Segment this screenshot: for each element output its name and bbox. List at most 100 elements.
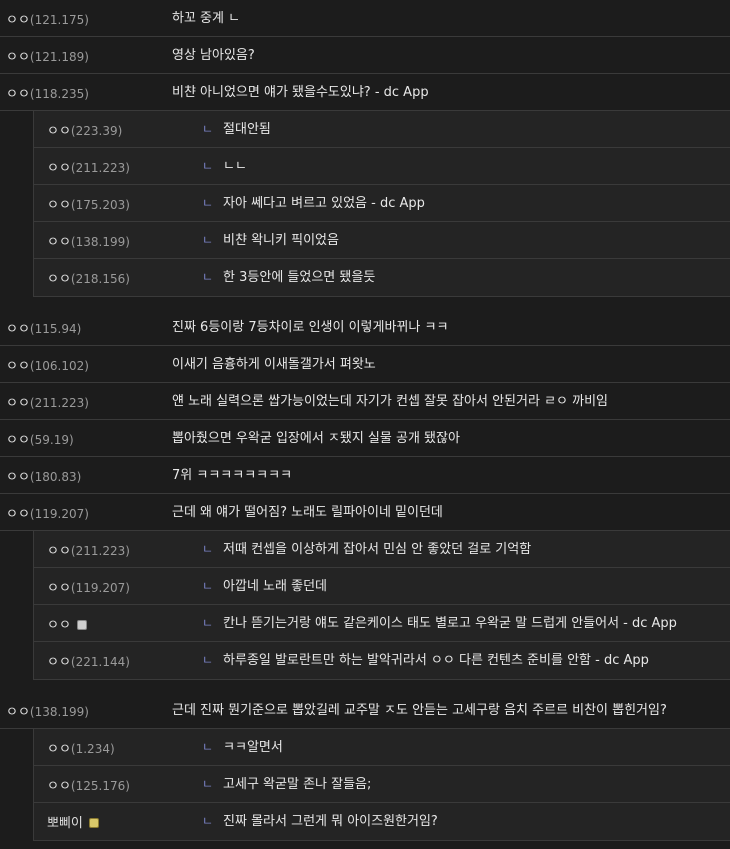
reply-nickname[interactable]: ㅇㅇ [47,655,71,670]
comment-ip: (118.235) [29,87,89,101]
reply-ip: (1.234) [70,742,115,756]
reply-text: ㄴ 칸나 뜯기는거랑 얘도 같은케이스 태도 별로고 우왁굳 말 드럽게 안들어서… [202,605,677,642]
reply-row: ㅇㅇ(138.199) ㄴ 비챤 왁니키 픽이었음 [34,222,730,259]
reply-ip: (211.223) [70,544,130,558]
reply-text: ㄴㅋㅋ알면서 [202,729,283,766]
comment-ip: (211.223) [29,396,89,410]
reply-text: ㄴ 하루종일 발로란트만 하는 발악귀라서 ㅇㅇ 다른 컨텐츠 준비를 안함 - … [202,642,649,679]
reply-message: 저때 컨셉을 이상하게 잡아서 민심 안 좋았던 걸로 기억함 [223,542,532,557]
comment-text: 7위 ㅋㅋㅋㅋㅋㅋㅋㅋ [172,468,293,483]
reply-ip: (119.207) [70,581,130,595]
comment-row: ㅇㅇ(59.19) 뽑아줬으면 우왁굳 입장에서 ㅈ됐지 실물 공개 됐잖아 [0,420,730,457]
comment-row: ㅇㅇ(138.199) 근데 진짜 뭔기준으로 뽑았길레 교주말 ㅈ도 안듣는 고… [0,692,730,729]
reply-row: ㅇㅇ(211.223) ㄴ 저때 컨셉을 이상하게 잡아서 민심 안 좋았던 걸로 … [34,531,730,568]
reply-row: ㅇㅇ(221.144) ㄴ 하루종일 발로란트만 하는 발악귀라서 ㅇㅇ 다른 컨텐… [34,642,730,679]
reply-arrow-icon: ㄴ [202,777,214,791]
comment-ip: (180.83) [29,470,82,484]
reply-nickname[interactable]: ㅇㅇ [47,272,71,287]
comment-text: 얜 노래 실력으론 쌉가능이었는데 자기가 컨셉 잘못 잡아서 안된거라 ㄹㅇ … [172,394,609,409]
comment-text: 비챤 아니었으면 얘가 됐을수도있냐? - dc App [172,85,429,100]
comment-nickname[interactable]: ㅇㅇ [6,470,30,485]
comment-ip: (121.175) [29,13,89,27]
reply-list: ㅇㅇ(1.234) ㄴㅋㅋ알면서 ㅇㅇ(125.176) ㄴ 고세구 왁굳말 존나 잘들… [33,729,730,841]
reply-row: ㅇㅇ(223.39) ㄴ 절대안됨 [34,111,730,148]
comment-nickname[interactable]: ㅇㅇ [6,396,30,411]
reply-list: ㅇㅇ(211.223) ㄴ 저때 컨셉을 이상하게 잡아서 민심 안 좋았던 걸로 … [33,531,730,680]
comment-ip: (59.19) [29,433,74,447]
comment-nickname[interactable]: ㅇㅇ [6,87,30,102]
reply-nickname[interactable]: ㅇㅇ [47,161,71,176]
reply-row: ㅇㅇ(175.203) ㄴ 자아 쎄다고 벼르고 있었음 - dc App [34,185,730,222]
reply-nickname[interactable]: ㅇㅇ [47,235,71,250]
member-badge-icon [76,620,87,630]
comment-nickname[interactable]: ㅇㅇ [6,13,30,28]
reply-text: ㄴ 절대안됨 [202,111,271,148]
reply-nickname[interactable]: ㅇㅇ [47,124,71,139]
reply-arrow-icon: ㄴ [202,196,214,210]
reply-arrow-icon: ㄴ [202,122,214,136]
comment-text: 진짜 6등이랑 7등차이로 인생이 이렇게바뀌나 ㅋㅋ [172,320,449,335]
reply-list: ㅇㅇ(223.39) ㄴ 절대안됨 ㅇㅇ(211.223) ㄴㄴㄴ ㅇㅇ(175.203)… [33,111,730,297]
reply-arrow-icon: ㄴ [202,233,214,247]
reply-text: ㄴ 진짜 몰라서 그런게 뭐 아이즈원한거임? [202,803,438,840]
reply-message: 절대안됨 [223,122,271,137]
reply-text: ㄴ 저때 컨셉을 이상하게 잡아서 민심 안 좋았던 걸로 기억함 [202,531,531,568]
comment-text: 영상 남아있음? [172,48,255,63]
comment-ip: (119.207) [29,507,89,521]
reply-nickname[interactable]: ㅇㅇ [47,779,71,794]
reply-ip: (223.39) [70,124,123,138]
reply-ip: (211.223) [70,161,130,175]
comment-text: 근데 진짜 뭔기준으로 뽑았길레 교주말 ㅈ도 안듣는 고세구랑 음치 주르르 … [172,703,667,718]
reply-text: ㄴ 고세구 왁굳말 존나 잘들음; [202,766,371,803]
reply-arrow-icon: ㄴ [202,542,214,556]
comment-row: ㅇㅇ(180.83) 7위 ㅋㅋㅋㅋㅋㅋㅋㅋ [0,457,730,494]
reply-nickname[interactable]: ㅇㅇ [47,198,71,213]
comment-text: 뽑아줬으면 우왁굳 입장에서 ㅈ됐지 실물 공개 됐잖아 [172,431,460,446]
reply-text: ㄴ 한 3등안에 들었으면 됐을듯 [202,259,375,296]
reply-nickname[interactable]: ㅇㅇ [47,618,71,633]
comment-ip: (106.102) [29,359,89,373]
comment-row: ㅇㅇ(121.175) 하꼬 중계 ㄴ [0,0,730,37]
comment-text: 이새기 음흉하게 이새돌갤가서 펴왓노 [172,357,376,372]
reply-text: ㄴㄴㄴ [202,148,247,185]
reply-message: 진짜 몰라서 그런게 뭐 아이즈원한거임? [223,814,438,829]
reply-ip: (138.199) [70,235,130,249]
comment-nickname[interactable]: ㅇㅇ [6,705,30,720]
reply-arrow-icon: ㄴ [202,159,214,173]
reply-nickname[interactable]: ㅇㅇ [47,581,71,596]
comment-row: ㅇㅇ(115.94) 진짜 6등이랑 7등차이로 인생이 이렇게바뀌나 ㅋㅋ [0,309,730,346]
reply-ip: (175.203) [70,198,130,212]
reply-message: ㄴㄴ [223,159,247,174]
comment-nickname[interactable]: ㅇㅇ [6,507,30,522]
reply-message: ㅋㅋ알면서 [223,740,283,755]
reply-row: ㅇㅇ ㄴ 칸나 뜯기는거랑 얘도 같은케이스 태도 별로고 우왁굳 말 드럽게 안들… [34,605,730,642]
reply-nickname[interactable]: ㅇㅇ [47,544,71,559]
comment-text: 근데 왜 얘가 떨어짐? 노래도 릴파아이네 밑이던데 [172,505,443,520]
comment-ip: (138.199) [29,705,89,719]
reply-nickname[interactable]: ㅇㅇ [47,742,71,757]
comment-nickname[interactable]: ㅇㅇ [6,359,30,374]
reply-message: 한 3등안에 들었으면 됐을듯 [223,270,376,285]
reply-arrow-icon: ㄴ [202,653,214,667]
comment-ip: (115.94) [29,322,82,336]
reply-row: ㅇㅇ(119.207) ㄴ 아깝네 노래 좋던데 [34,568,730,605]
comment-list: ㅇㅇ(121.175) 하꼬 중계 ㄴㅇㅇ(121.189) 영상 남아있음? ㅇㅇ(… [0,0,730,841]
reply-arrow-icon: ㄴ [202,740,214,754]
reply-message: 비챤 왁니키 픽이었음 [223,233,339,248]
comment-ip: (121.189) [29,50,89,64]
reply-ip: (218.156) [70,272,130,286]
comment-nickname[interactable]: ㅇㅇ [6,433,30,448]
reply-row: 뽀삐이 ㄴ 진짜 몰라서 그런게 뭐 아이즈원한거임? [34,803,730,840]
reply-message: 고세구 왁굳말 존나 잘들음; [223,777,372,792]
comment-nickname[interactable]: ㅇㅇ [6,50,30,65]
comment-nickname[interactable]: ㅇㅇ [6,322,30,337]
reply-message: 칸나 뜯기는거랑 얘도 같은케이스 태도 별로고 우왁굳 말 드럽게 안들어서 … [223,616,677,631]
reply-row: ㅇㅇ(125.176) ㄴ 고세구 왁굳말 존나 잘들음; [34,766,730,803]
reply-nickname[interactable]: 뽀삐이 [47,816,83,831]
comment-row: ㅇㅇ(211.223) 얜 노래 실력으론 쌉가능이었는데 자기가 컨셉 잘못 잡… [0,383,730,420]
member-badge-icon [88,818,99,828]
reply-row: ㅇㅇ(218.156) ㄴ 한 3등안에 들었으면 됐을듯 [34,259,730,296]
comment-row: ㅇㅇ(121.189) 영상 남아있음? [0,37,730,74]
reply-arrow-icon: ㄴ [202,616,214,630]
reply-arrow-icon: ㄴ [202,579,214,593]
